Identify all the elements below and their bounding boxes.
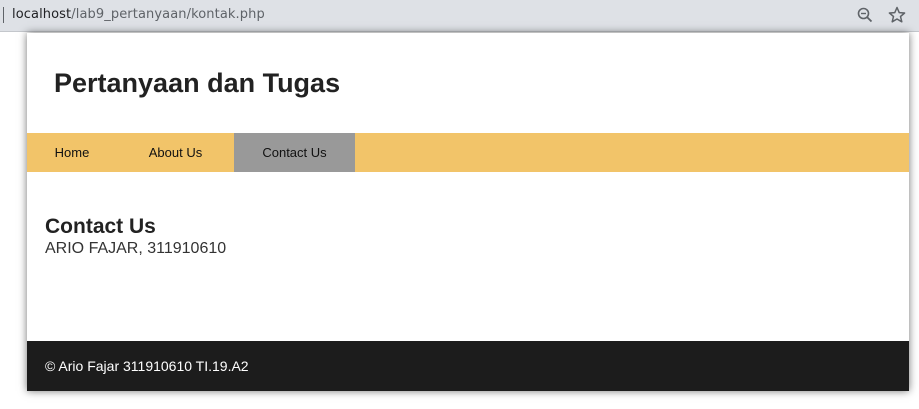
- page-heading: Contact Us: [45, 215, 156, 238]
- footer-copyright: © Ario Fajar 311910610 TI.19.A2: [45, 358, 249, 374]
- site-container: Pertanyaan dan Tugas Home About Us Conta…: [27, 33, 909, 391]
- browser-address-bar: localhost/lab9_pertanyaan/kontak.php: [0, 0, 919, 32]
- address-bar-edge: [3, 7, 4, 23]
- site-title: Pertanyaan dan Tugas: [54, 68, 341, 98]
- nav-item-home[interactable]: Home: [27, 133, 117, 172]
- url-host: localhost: [12, 7, 72, 22]
- url-path: /lab9_pertanyaan/kontak.php: [71, 7, 265, 22]
- url-field[interactable]: localhost/lab9_pertanyaan/kontak.php: [12, 7, 265, 22]
- nav-item-about-us[interactable]: About Us: [117, 133, 234, 172]
- zoom-icon[interactable]: [856, 6, 874, 24]
- contact-text: ARIO FAJAR, 311910610: [45, 240, 227, 257]
- star-icon[interactable]: [887, 5, 907, 25]
- main-nav: Home About Us Contact Us: [27, 133, 909, 172]
- site-footer: © Ario Fajar 311910610 TI.19.A2: [27, 341, 909, 391]
- site-header: Pertanyaan dan Tugas: [27, 33, 909, 133]
- main-content: Contact Us ARIO FAJAR, 311910610: [27, 172, 909, 341]
- nav-item-contact-us[interactable]: Contact Us: [234, 133, 355, 172]
